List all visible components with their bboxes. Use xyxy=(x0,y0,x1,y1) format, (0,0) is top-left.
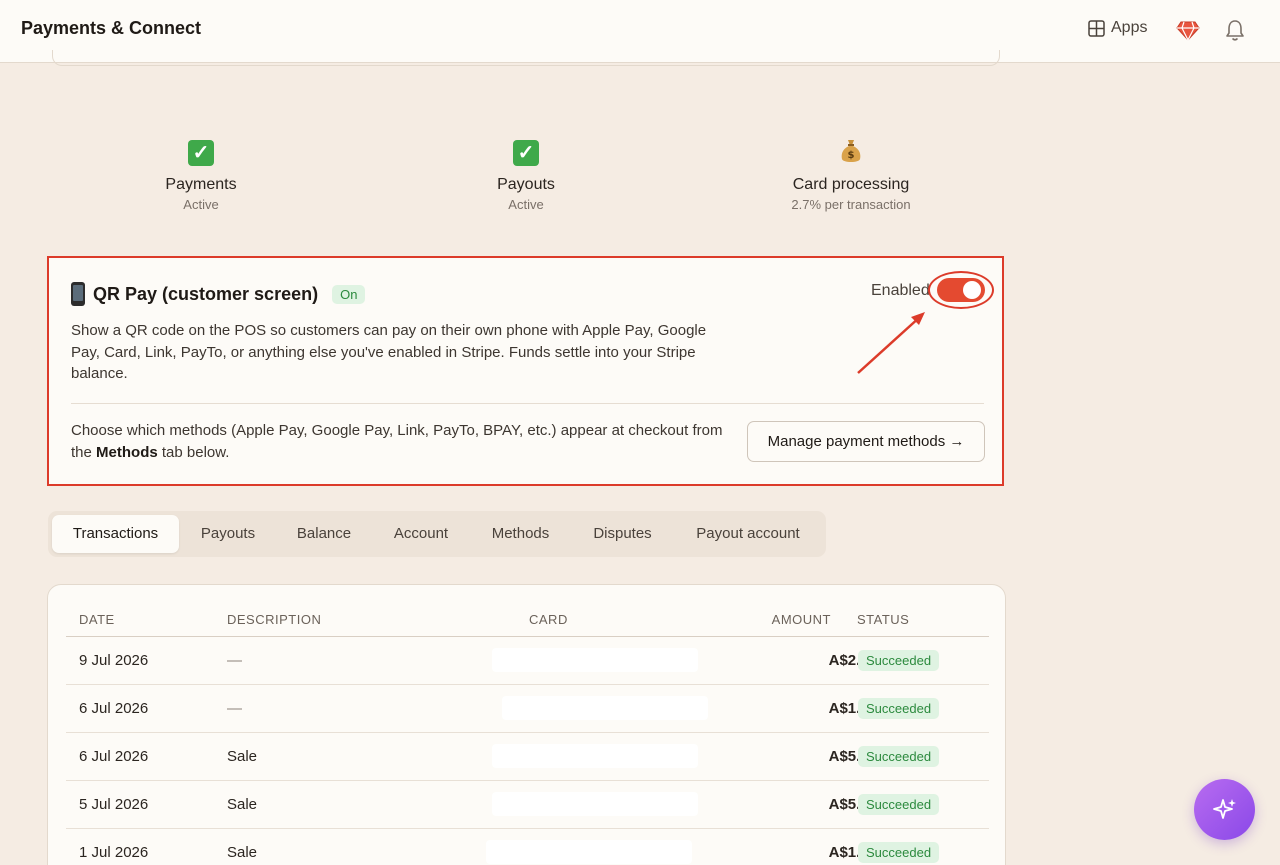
methods-tab-mention: Methods xyxy=(96,443,158,461)
column-header-amount[interactable]: AMOUNT xyxy=(772,612,831,627)
gem-icon[interactable] xyxy=(1176,18,1200,42)
tab-account[interactable]: Account xyxy=(377,515,465,553)
stat-label: Payments xyxy=(165,176,237,193)
redacted-card xyxy=(502,696,708,720)
row-date: 6 Jul 2026 xyxy=(79,748,149,765)
table-row[interactable]: 1 Jul 2026 Sale A$1.50 Succeeded xyxy=(66,829,989,865)
row-description: — xyxy=(227,700,242,717)
status-badge: On xyxy=(332,284,366,304)
annotation-arrow-icon xyxy=(857,312,925,374)
stat-sub: Active xyxy=(183,197,219,212)
row-description: Sale xyxy=(227,796,258,813)
divider xyxy=(71,403,984,404)
qr-pay-toggle[interactable] xyxy=(937,278,985,302)
footer-text-end: tab below. xyxy=(157,443,230,461)
qr-pay-header: QR Pay (customer screen) On xyxy=(71,282,366,306)
tab-methods[interactable]: Methods xyxy=(476,515,565,553)
check-mark-icon: ✓ xyxy=(513,140,539,166)
svg-text:$: $ xyxy=(848,150,855,161)
status-badge: Succeeded xyxy=(858,650,940,671)
stat-payouts: ✓ Payouts Active xyxy=(416,138,636,212)
table-row[interactable]: 6 Jul 2026 Sale A$5.00 Succeeded xyxy=(66,733,989,781)
stat-sub: 2.7% per transaction xyxy=(791,197,911,212)
apps-grid-icon xyxy=(1088,19,1105,37)
stat-label: Payouts xyxy=(497,176,555,193)
qr-pay-card: QR Pay (customer screen) On Enabled Show… xyxy=(47,256,1004,486)
column-header-card[interactable]: CARD xyxy=(529,612,568,627)
tab-payout-account[interactable]: Payout account xyxy=(680,515,816,553)
redacted-card xyxy=(492,792,698,816)
bell-icon[interactable] xyxy=(1224,18,1246,42)
tab-balance[interactable]: Balance xyxy=(282,515,366,553)
stat-sub: Active xyxy=(508,197,544,212)
previous-card-edge xyxy=(52,50,1000,66)
status-badge: Succeeded xyxy=(858,842,940,863)
table-row[interactable]: 5 Jul 2026 Sale A$5.50 Succeeded xyxy=(66,781,989,829)
row-description: — xyxy=(227,652,242,669)
row-date: 9 Jul 2026 xyxy=(79,652,149,669)
money-bag-icon: $ xyxy=(841,140,861,162)
page-title: Payments & Connect xyxy=(21,18,202,38)
transactions-table: DATE DESCRIPTION CARD AMOUNT STATUS 9 Ju… xyxy=(47,584,1006,865)
stat-payments: ✓ Payments Active xyxy=(91,138,311,212)
toggle-label: Enabled xyxy=(871,282,930,299)
status-badge: Succeeded xyxy=(858,746,940,767)
mobile-phone-icon xyxy=(71,282,85,306)
row-date: 1 Jul 2026 xyxy=(79,844,149,861)
toggle-knob xyxy=(963,281,981,299)
row-description: Sale xyxy=(227,748,258,765)
manage-payment-methods-button[interactable]: Manage payment methods → xyxy=(747,421,985,462)
redacted-card xyxy=(492,648,698,672)
column-header-description[interactable]: DESCRIPTION xyxy=(227,612,321,627)
column-header-date[interactable]: DATE xyxy=(79,612,115,627)
sparkle-icon xyxy=(1212,798,1236,819)
qr-pay-title: QR Pay (customer screen) xyxy=(93,283,319,304)
qr-pay-description: Show a QR code on the POS so customers c… xyxy=(71,322,707,382)
check-mark-icon: ✓ xyxy=(188,140,214,166)
tab-disputes[interactable]: Disputes xyxy=(578,515,667,553)
column-header-status[interactable]: STATUS xyxy=(857,612,909,627)
row-description: Sale xyxy=(227,844,258,861)
status-badge: Succeeded xyxy=(858,698,940,719)
redacted-card xyxy=(486,840,692,864)
tab-payouts[interactable]: Payouts xyxy=(186,515,270,553)
ai-assistant-button[interactable] xyxy=(1194,779,1255,840)
qr-pay-footer: Choose which methods (Apple Pay, Google … xyxy=(71,420,731,463)
table-row[interactable]: 9 Jul 2026 — A$2.00 Succeeded xyxy=(66,637,989,685)
row-date: 6 Jul 2026 xyxy=(79,700,149,717)
apps-button[interactable]: Apps xyxy=(1088,19,1147,37)
table-row[interactable]: 6 Jul 2026 — A$1.00 Succeeded xyxy=(66,685,989,733)
apps-label: Apps xyxy=(1111,19,1148,36)
tab-bar: Transactions Payouts Balance Account Met… xyxy=(48,511,826,557)
row-date: 5 Jul 2026 xyxy=(79,796,149,813)
tab-transactions[interactable]: Transactions xyxy=(52,515,179,553)
redacted-card xyxy=(492,744,698,768)
status-badge: Succeeded xyxy=(858,794,940,815)
stat-label: Card processing xyxy=(792,176,910,193)
stat-card-processing: $ Card processing 2.7% per transaction xyxy=(741,138,961,212)
